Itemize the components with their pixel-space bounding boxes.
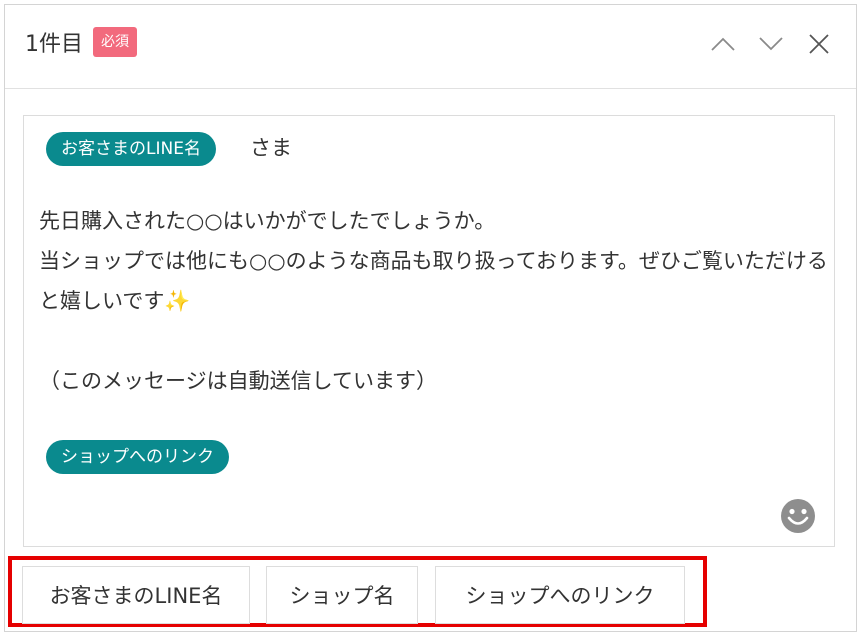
chevron-up-icon bbox=[711, 37, 735, 51]
message-number-title: 1件目 bbox=[25, 32, 83, 57]
shop-link-tag[interactable]: ショップへのリンク bbox=[46, 440, 229, 474]
recipient-name-tag[interactable]: お客さまのLINE名 bbox=[46, 132, 216, 166]
move-down-button[interactable] bbox=[756, 29, 786, 59]
panel-header: 1件目 必須 bbox=[5, 5, 856, 89]
message-editor[interactable]: お客さまのLINE名 さま 先日購入された○○はいかがでしたでしょうか。 当ショ… bbox=[23, 115, 835, 547]
smiley-icon bbox=[781, 499, 815, 533]
close-button[interactable] bbox=[804, 29, 834, 59]
emoji-button[interactable] bbox=[780, 498, 816, 534]
message-body-text: 先日購入された○○はいかがでしたでしょうか。 当ショップでは他にも○○のような商… bbox=[39, 209, 828, 393]
chevron-down-icon bbox=[759, 37, 783, 51]
insert-shop-name-button[interactable]: ショップ名 bbox=[266, 566, 418, 624]
message-panel: 1件目 必須 お客さまのLINE名 さま 先日購入された○○はいかがでしたでしょ… bbox=[4, 4, 857, 632]
insert-customer-name-button[interactable]: お客さまのLINE名 bbox=[22, 566, 250, 624]
insert-shop-link-button[interactable]: ショップへのリンク bbox=[435, 566, 685, 624]
close-icon bbox=[809, 34, 829, 54]
move-up-button[interactable] bbox=[708, 29, 738, 59]
required-badge: 必須 bbox=[93, 27, 137, 57]
honorific-text: さま bbox=[250, 136, 292, 160]
